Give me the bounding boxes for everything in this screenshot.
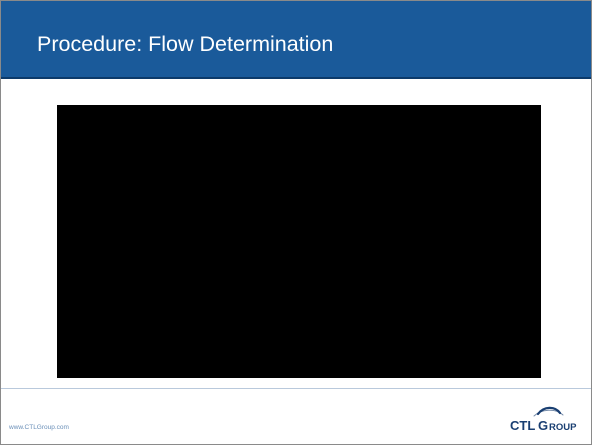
slide-title: Procedure: Flow Determination <box>37 32 334 56</box>
logo-text-g: G <box>538 418 548 433</box>
ctlgroup-logo: CTL G ROUP <box>510 406 577 433</box>
logo-text-ctl: CTL <box>510 418 535 433</box>
title-divider <box>1 77 591 79</box>
footer-url[interactable]: www.CTLGroup.com <box>9 424 69 431</box>
video-frame[interactable] <box>57 105 541 378</box>
footer-divider <box>1 388 591 389</box>
slide: Procedure: Flow Determination www.CTLGro… <box>0 0 592 445</box>
title-bar: Procedure: Flow Determination <box>1 1 591 77</box>
logo-text-roup: ROUP <box>549 422 577 433</box>
